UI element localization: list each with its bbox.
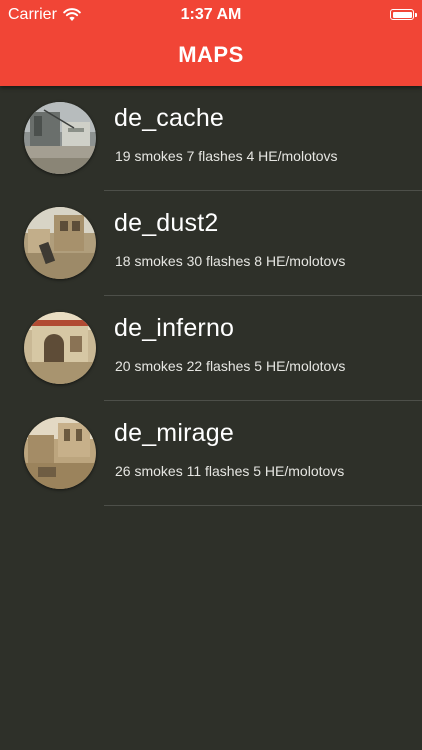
map-thumbnail-de-mirage: [24, 417, 96, 489]
map-list-item-de-cache[interactable]: de_cache 19 smokes 7 flashes 4 HE/moloto…: [0, 86, 422, 191]
map-list-item-de-mirage[interactable]: de_mirage 26 smokes 11 flashes 5 HE/molo…: [0, 401, 422, 506]
navigation-bar: Carrier 1:37 AM MAPS: [0, 0, 422, 86]
map-name: de_mirage: [114, 419, 234, 447]
battery-full-icon: [390, 9, 417, 20]
map-stats: 18 smokes 30 flashes 8 HE/molotovs: [115, 253, 346, 269]
status-time: 1:37 AM: [180, 6, 242, 23]
map-thumbnail-de-cache: [24, 102, 96, 174]
status-bar: Carrier 1:37 AM: [0, 0, 422, 30]
map-name: de_inferno: [114, 314, 235, 342]
map-name: de_dust2: [114, 209, 219, 237]
row-divider: [104, 505, 422, 506]
map-list: de_cache 19 smokes 7 flashes 4 HE/moloto…: [0, 86, 422, 506]
map-name: de_cache: [114, 104, 225, 132]
map-thumbnail-de-inferno: [24, 312, 96, 384]
page-title: MAPS: [178, 42, 244, 67]
map-list-item-de-dust2[interactable]: de_dust2 18 smokes 30 flashes 8 HE/molot…: [0, 191, 422, 296]
map-thumbnail-de-dust2: [24, 207, 96, 279]
map-stats: 20 smokes 22 flashes 5 HE/molotovs: [115, 358, 346, 374]
map-stats: 19 smokes 7 flashes 4 HE/molotovs: [115, 148, 338, 164]
map-stats: 26 smokes 11 flashes 5 HE/molotovs: [115, 463, 345, 479]
map-list-item-de-inferno[interactable]: de_inferno 20 smokes 22 flashes 5 HE/mol…: [0, 296, 422, 401]
